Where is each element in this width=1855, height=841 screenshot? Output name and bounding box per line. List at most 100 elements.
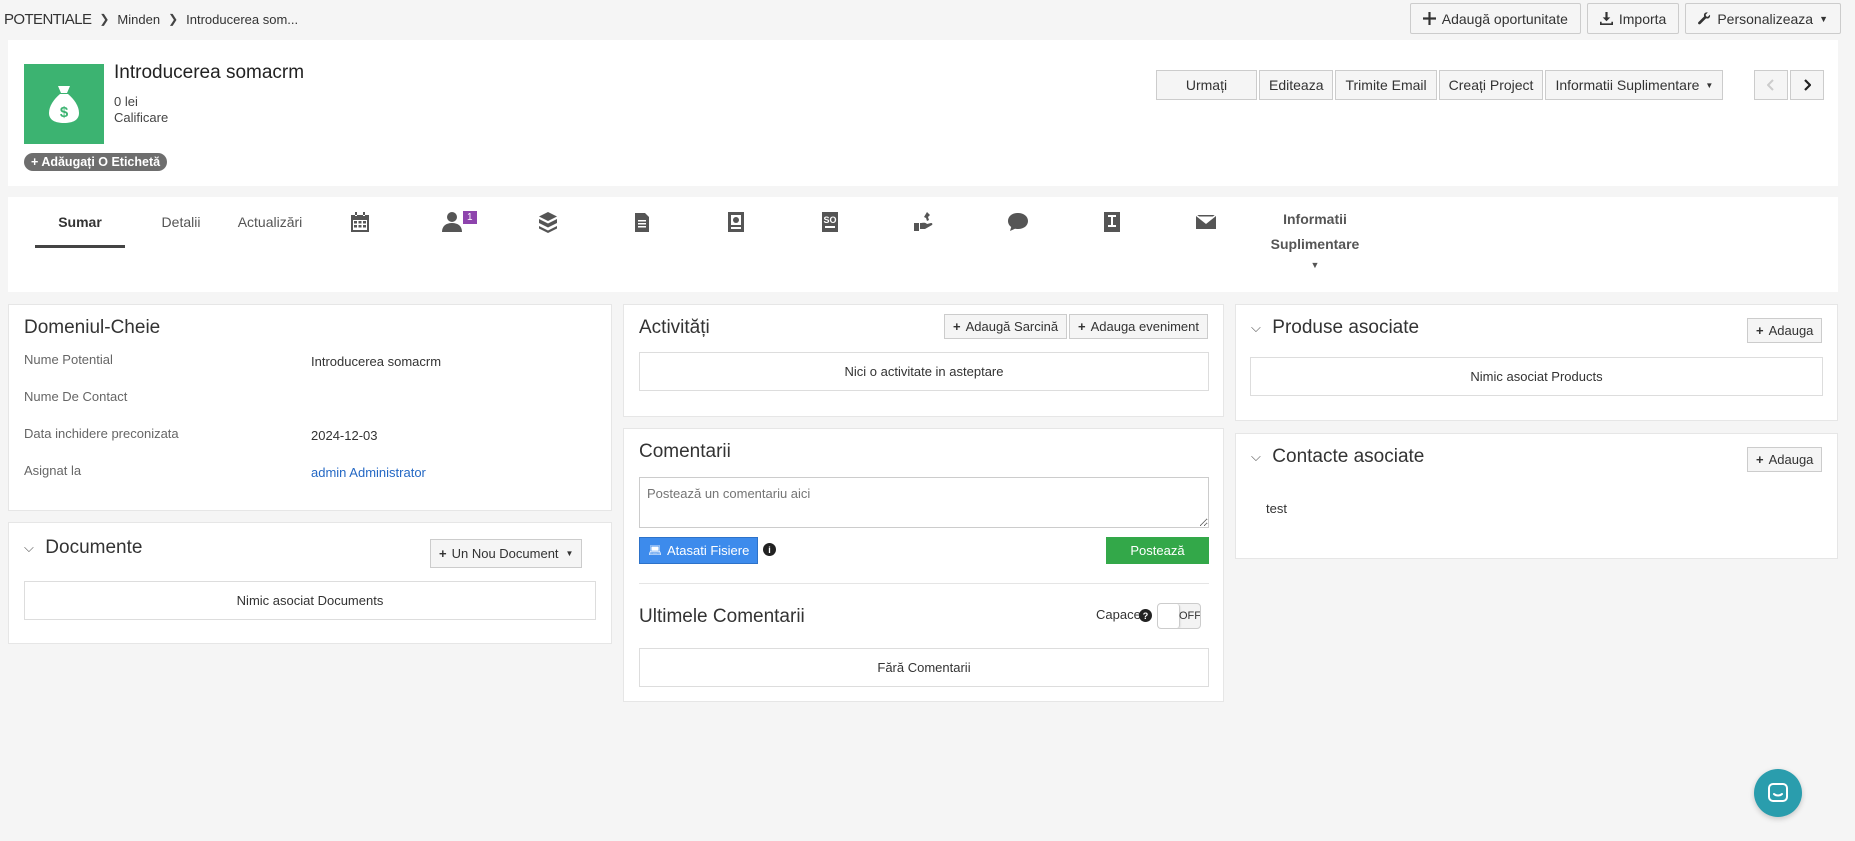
new-document-button[interactable]: + Un Nou Document ▼ bbox=[430, 539, 583, 568]
add-task-button[interactable]: + Adaugă Sarcină bbox=[944, 314, 1068, 339]
quotes-icon[interactable] bbox=[721, 207, 751, 237]
previous-record-button[interactable] bbox=[1754, 70, 1788, 100]
record-amount: 0 lei bbox=[114, 94, 138, 109]
comments-title: Comentarii bbox=[639, 441, 731, 462]
documents-panel: ⌵ Documente + Un Nou Document ▼ Nimic as… bbox=[8, 522, 612, 644]
key-fields-panel: Domeniul-Cheie Nume Potential Introducer… bbox=[8, 304, 612, 511]
record-title: Introducerea somacrm bbox=[114, 62, 305, 83]
next-record-button[interactable] bbox=[1790, 70, 1824, 100]
breadcrumb-parent[interactable]: Minden bbox=[117, 12, 160, 27]
add-product-button[interactable]: + Adauga bbox=[1747, 318, 1823, 343]
chevron-down-icon: ⌵ bbox=[1251, 448, 1261, 464]
activities-empty-message: Nici o activitate in asteptare bbox=[639, 352, 1209, 391]
documents-icon[interactable] bbox=[627, 207, 657, 237]
send-email-button[interactable]: Trimite Email bbox=[1335, 70, 1437, 100]
tab-updates[interactable]: Actualizări bbox=[230, 197, 310, 247]
assigned-user-link[interactable]: admin Administrator bbox=[311, 465, 426, 480]
services-icon[interactable] bbox=[909, 207, 939, 237]
activities-panel: Activități + Adaugă Sarcină + Adauga eve… bbox=[623, 304, 1224, 417]
plus-icon: + bbox=[439, 546, 447, 561]
sales-order-icon[interactable]: SO bbox=[815, 207, 845, 237]
chevron-down-icon: ⌵ bbox=[1251, 319, 1261, 335]
products-panel: ⌵ Produse asociate + Adauga Nimic asocia… bbox=[1235, 304, 1838, 421]
info-icon[interactable]: i bbox=[763, 543, 776, 556]
comment-input[interactable] bbox=[639, 477, 1209, 528]
add-contact-button[interactable]: + Adauga bbox=[1747, 447, 1823, 472]
contact-list-item[interactable]: test bbox=[1266, 501, 1287, 516]
documents-header[interactable]: ⌵ Documente bbox=[24, 537, 142, 559]
plus-icon: + bbox=[31, 155, 39, 169]
field-label-assigned-to: Asignat la bbox=[24, 463, 82, 478]
svg-text:$: $ bbox=[60, 104, 69, 121]
contacts-panel: ⌵ Contacte asociate + Adauga test bbox=[1235, 433, 1838, 559]
toggle-knob bbox=[1158, 604, 1180, 628]
products-title: Produse asociate bbox=[1272, 317, 1420, 338]
rollup-toggle[interactable]: OFF bbox=[1157, 603, 1201, 629]
caret-down-icon: ▼ bbox=[1705, 80, 1714, 90]
more-info-line1: Informatii bbox=[1283, 211, 1347, 227]
caret-down-icon: ▼ bbox=[565, 549, 574, 558]
breadcrumb-module[interactable]: POTENTIALE bbox=[4, 11, 92, 28]
comments-empty-message: Fără Comentarii bbox=[639, 648, 1209, 687]
plus-icon bbox=[1422, 12, 1436, 25]
chevron-left-icon bbox=[1767, 79, 1774, 91]
plus-icon: + bbox=[1078, 319, 1086, 334]
follow-button[interactable]: Urmați bbox=[1156, 70, 1257, 100]
add-opportunity-button[interactable]: Adaugă oportunitate bbox=[1409, 3, 1581, 34]
plus-icon: + bbox=[953, 319, 961, 334]
tab-summary[interactable]: Sumar bbox=[35, 197, 125, 247]
customize-button[interactable]: Personalizeaza ▼ bbox=[1685, 3, 1841, 34]
chevron-down-icon: ⌵ bbox=[24, 539, 34, 555]
products-header[interactable]: ⌵ Produse asociate bbox=[1251, 317, 1419, 339]
contacts-count-badge: 1 bbox=[463, 211, 477, 224]
documents-title: Documente bbox=[45, 537, 143, 558]
create-project-button[interactable]: Creați Project bbox=[1438, 70, 1544, 100]
tab-details[interactable]: Detalii bbox=[146, 197, 216, 247]
invoice-icon[interactable] bbox=[1097, 207, 1127, 237]
more-info-dropdown[interactable]: Informatii Suplimentare ▼ bbox=[1545, 70, 1724, 100]
caret-down-icon: ▼ bbox=[1819, 13, 1828, 24]
attach-files-button[interactable]: 💻︎ Atasati Fisiere bbox=[639, 537, 759, 564]
contacts-title: Contacte asociate bbox=[1272, 446, 1425, 467]
contacts-header[interactable]: ⌵ Contacte asociate bbox=[1251, 446, 1424, 468]
add-tag-label: Adăugați O Etichetă bbox=[41, 155, 161, 169]
wrench-icon bbox=[1698, 12, 1711, 25]
money-bag-icon: $ bbox=[24, 64, 104, 144]
add-event-label: Adauga eveniment bbox=[1090, 319, 1200, 334]
field-value-close-date[interactable]: 2024-12-03 bbox=[311, 428, 378, 443]
field-value-potential-name[interactable]: Introducerea somacrm bbox=[311, 354, 441, 369]
chevron-right-icon bbox=[1804, 79, 1811, 91]
record-tabs: Sumar Detalii Actualizări 1 SO Informati… bbox=[8, 197, 1838, 292]
add-event-button[interactable]: + Adauga eveniment bbox=[1069, 314, 1209, 339]
import-label: Importa bbox=[1618, 10, 1667, 27]
calendar-icon[interactable] bbox=[345, 207, 375, 237]
chevron-right-icon: ❯ bbox=[99, 12, 110, 26]
edit-button[interactable]: Editeaza bbox=[1259, 70, 1334, 100]
field-label-contact-name: Nume De Contact bbox=[24, 389, 128, 404]
products-empty-message: Nimic asociat Products bbox=[1250, 357, 1823, 396]
documents-empty-message: Nimic asociat Documents bbox=[24, 581, 596, 620]
chat-launcher-button[interactable] bbox=[1754, 769, 1802, 817]
help-icon[interactable]: ? bbox=[1139, 609, 1152, 622]
chevron-right-icon: ❯ bbox=[168, 12, 179, 26]
active-tab-indicator bbox=[35, 245, 125, 248]
comments-icon[interactable] bbox=[1003, 207, 1033, 237]
breadcrumb: POTENTIALE ❯ Minden ❯ Introducerea som..… bbox=[0, 0, 298, 38]
caret-down-icon: ▼ bbox=[1310, 260, 1320, 270]
attach-files-label: Atasati Fisiere bbox=[666, 543, 750, 558]
plus-icon: + bbox=[1756, 452, 1764, 467]
import-button[interactable]: Importa bbox=[1586, 3, 1680, 34]
comments-panel: Comentarii 💻︎ Atasati Fisiere i Postează… bbox=[623, 428, 1224, 702]
field-label-potential-name: Nume Potential bbox=[24, 352, 113, 367]
key-fields-title: Domeniul-Cheie bbox=[24, 317, 161, 338]
email-icon[interactable] bbox=[1191, 207, 1221, 237]
tab-more-info[interactable]: Informatii Suplimentare ▼ bbox=[1270, 207, 1360, 273]
products-icon[interactable] bbox=[533, 207, 563, 237]
chat-icon bbox=[1768, 783, 1788, 802]
post-comment-button[interactable]: Postează bbox=[1106, 537, 1209, 564]
download-icon bbox=[1599, 12, 1613, 25]
contacts-icon[interactable]: 1 bbox=[437, 207, 477, 237]
field-label-close-date: Data inchidere preconizata bbox=[24, 426, 179, 441]
add-tag-button[interactable]: + Adăugați O Etichetă bbox=[24, 153, 168, 171]
breadcrumb-current: Introducerea som... bbox=[186, 11, 299, 27]
